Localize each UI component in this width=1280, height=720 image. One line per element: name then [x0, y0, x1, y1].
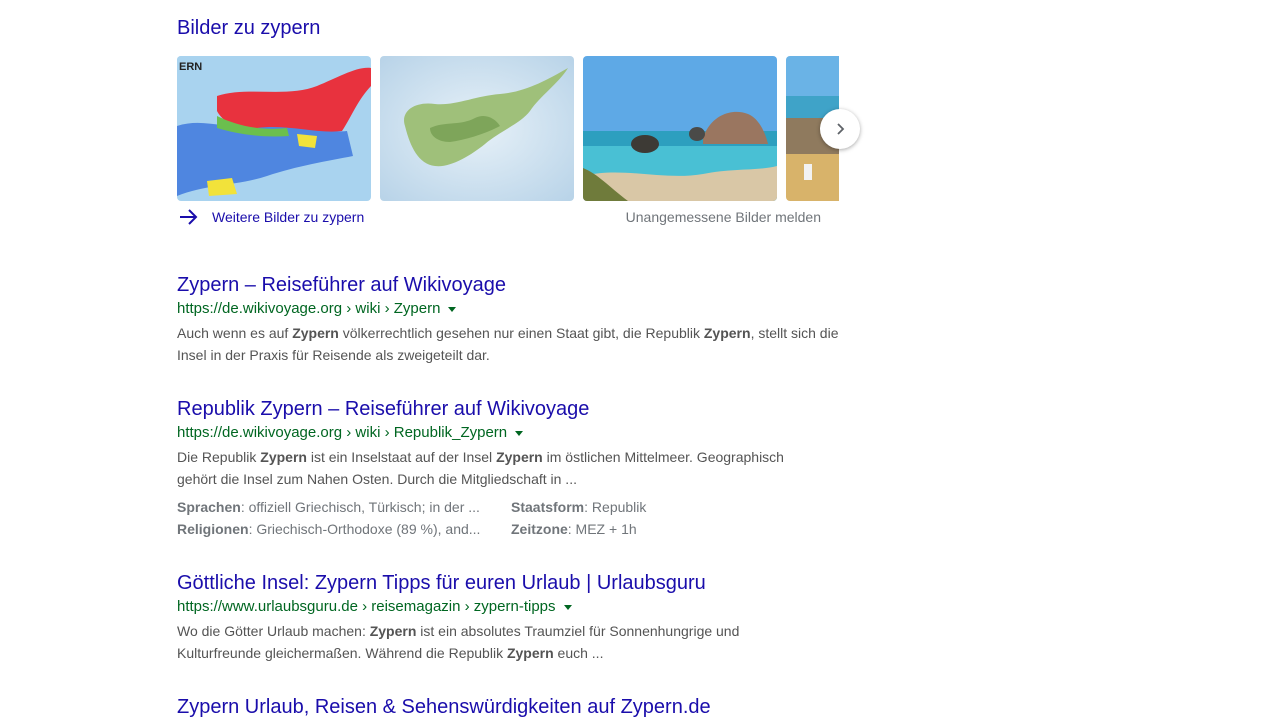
result-url: https://de.wikivoyage.org › wiki › Zyper…	[177, 298, 857, 320]
result-title[interactable]: Republik Zypern – Reiseführer auf Wikivo…	[177, 396, 857, 422]
more-images-label: Weitere Bilder zu zypern	[212, 209, 365, 225]
fact-languages: Sprachen: offiziell Griechisch, Türkisch…	[177, 499, 480, 515]
result-url-text[interactable]: https://de.wikivoyage.org › wiki › Zyper…	[177, 298, 440, 320]
result-title[interactable]: Zypern Urlaub, Reisen & Sehenswürdigkeit…	[177, 694, 857, 720]
fact-religions: Religionen: Griechisch-Orthodoxe (89 %),…	[177, 521, 481, 537]
report-images-link[interactable]: Unangemessene Bilder melden	[626, 209, 821, 225]
image-thumb-beach-photo[interactable]	[583, 56, 777, 201]
snippet-keyword: Zypern	[703, 325, 751, 341]
snippet-keyword: Zypern	[292, 325, 339, 341]
snippet-keyword: Zypern	[369, 623, 417, 639]
image-carousel: ERN	[177, 56, 839, 201]
images-heading[interactable]: Bilder zu zypern	[177, 17, 320, 40]
fact-government: Staatsform: Republik	[511, 499, 647, 515]
image-thumb-political-map[interactable]: ERN	[177, 56, 371, 201]
search-result: Republik Zypern – Reiseführer auf Wikivo…	[177, 396, 857, 540]
result-url-text[interactable]: https://www.urlaubsguru.de › reisemagazi…	[177, 596, 556, 618]
search-result: Zypern – Reiseführer auf Wikivoyage http…	[177, 272, 857, 366]
arrow-right-icon	[177, 206, 201, 228]
search-result: Zypern Urlaub, Reisen & Sehenswürdigkeit…	[177, 694, 857, 720]
result-snippet: Die Republik Zypern ist ein Inselstaat a…	[177, 449, 784, 487]
result-snippet: Auch wenn es auf Zypern völkerrechtlich …	[177, 325, 839, 363]
result-url-text[interactable]: https://de.wikivoyage.org › wiki › Repub…	[177, 422, 507, 444]
caret-down-icon[interactable]	[448, 306, 457, 312]
result-title[interactable]: Zypern – Reiseführer auf Wikivoyage	[177, 272, 857, 298]
search-result: Göttliche Insel: Zypern Tipps für euren …	[177, 570, 857, 664]
result-url: https://www.urlaubsguru.de › reisemagazi…	[177, 596, 857, 618]
image-thumb-relief-map[interactable]	[380, 56, 574, 201]
more-images-link[interactable]: Weitere Bilder zu zypern	[177, 206, 364, 228]
result-title[interactable]: Göttliche Insel: Zypern Tipps für euren …	[177, 570, 857, 596]
caret-down-icon[interactable]	[563, 604, 572, 610]
fact-timezone: Zeitzone: MEZ + 1h	[511, 521, 637, 537]
snippet-keyword: Zypern	[260, 449, 307, 465]
thumb-map-label: ERN	[179, 61, 202, 73]
result-facts: Sprachen: offiziell Griechisch, Türkisch…	[177, 496, 857, 540]
images-footer: Weitere Bilder zu zypern Unangemessene B…	[177, 206, 839, 228]
result-url: https://de.wikivoyage.org › wiki › Repub…	[177, 422, 857, 444]
chevron-right-icon	[832, 121, 848, 137]
result-snippet: Wo die Götter Urlaub machen: Zypern ist …	[177, 623, 740, 661]
snippet-keyword: Zypern	[506, 645, 554, 661]
carousel-next-button[interactable]	[820, 109, 860, 149]
snippet-keyword: Zypern	[496, 449, 543, 465]
caret-down-icon[interactable]	[515, 430, 524, 436]
